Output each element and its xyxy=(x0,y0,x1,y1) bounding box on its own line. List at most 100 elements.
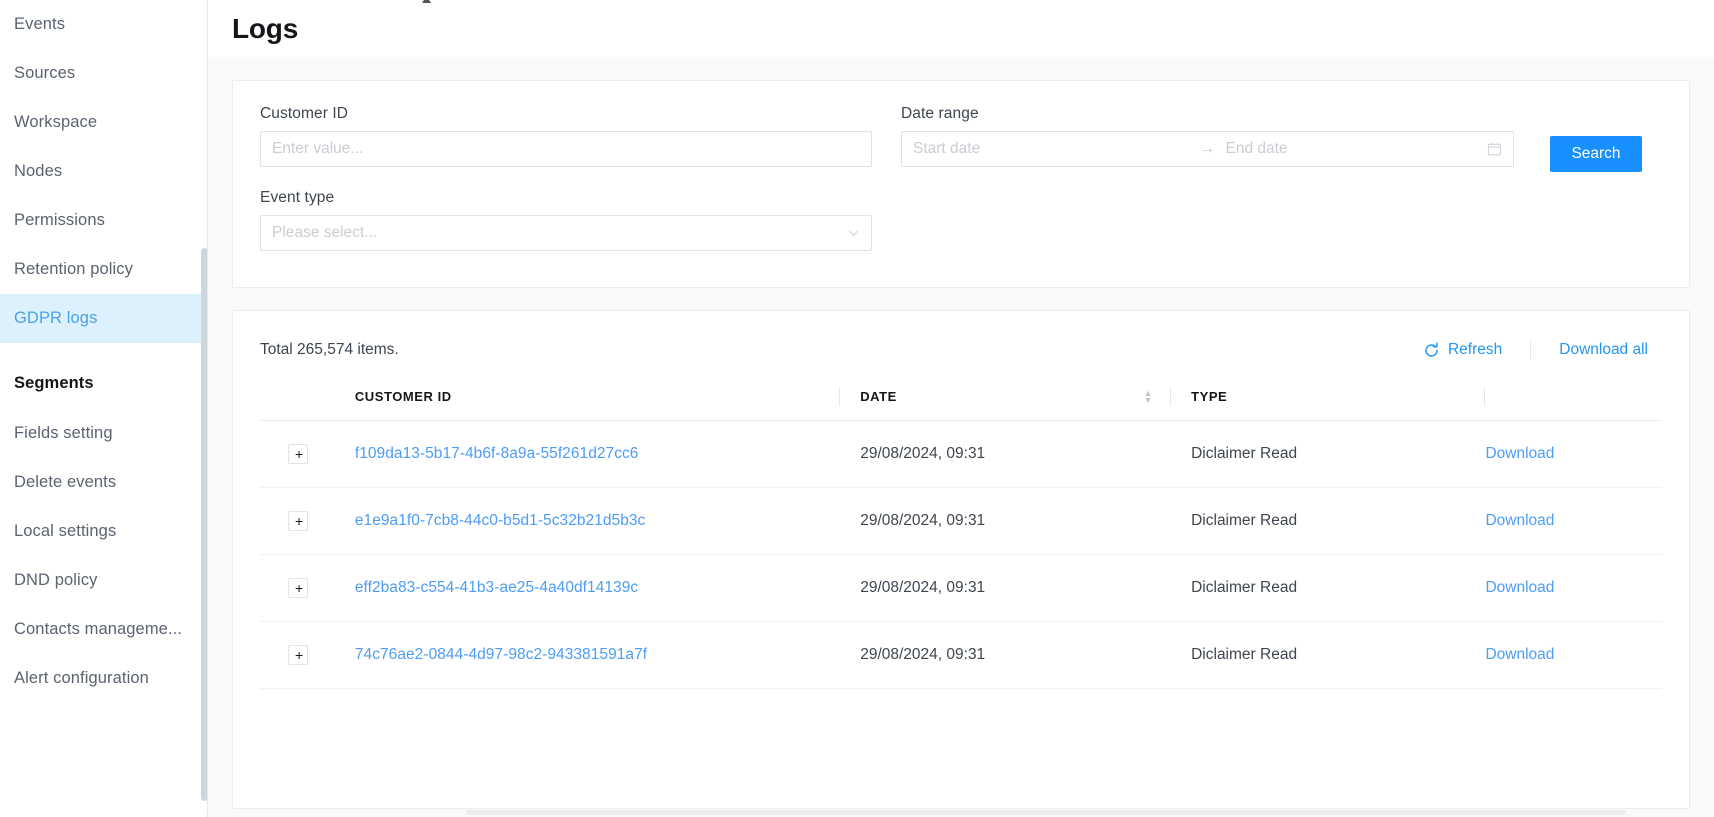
sidebar-item-label: Events xyxy=(14,15,66,33)
cell-type: Diclaimer Read xyxy=(1171,420,1486,488)
expand-row-button[interactable]: + xyxy=(288,511,308,531)
cell-date: 29/08/2024, 09:31 xyxy=(840,420,1172,488)
table-toolbar: Total 265,574 items. Refresh Download al… xyxy=(260,311,1662,389)
download-row-link[interactable]: Download xyxy=(1485,579,1554,596)
cell-customer-id: 74c76ae2-0844-4d97-98c2-943381591a7f xyxy=(354,621,841,689)
sidebar-item-label: Workspace xyxy=(14,113,98,131)
sidebar-item-label: Fields setting xyxy=(14,424,113,442)
sidebar-item-fields-setting[interactable]: Fields setting xyxy=(0,409,207,458)
sidebar-item-label: Nodes xyxy=(14,162,63,180)
logs-table: CUSTOMER ID DATE ▲ ▼ TYPE + f109da13-5b1… xyxy=(260,387,1662,689)
expand-row-button[interactable]: + xyxy=(288,578,308,598)
event-type-select-value: Please select... xyxy=(272,224,378,241)
date-range-field-group: Date range Start date → End date xyxy=(901,105,1514,167)
logs-table-head: CUSTOMER ID DATE ▲ ▼ TYPE xyxy=(260,387,1662,421)
sidebar-item-label: Alert configuration xyxy=(14,669,149,687)
sidebar-item-label: Local settings xyxy=(14,522,117,540)
search-action-group: Search xyxy=(1543,105,1643,172)
filter-panel: Customer ID Event type Please select... xyxy=(232,80,1690,288)
table-row: + e1e9a1f0-7cb8-44c0-b5d1-5c32b21d5b3c 29/… xyxy=(260,487,1662,555)
sidebar-item-alert-configuration[interactable]: Alert configuration xyxy=(0,654,207,703)
sidebar-item-events[interactable]: Events xyxy=(0,0,207,49)
th-customer-id-label: CUSTOMER ID xyxy=(354,389,452,404)
cell-actions: Download xyxy=(1485,420,1662,488)
search-button[interactable]: Search xyxy=(1550,136,1642,172)
sidebar-item-retention-policy[interactable]: Retention policy xyxy=(0,245,207,294)
sort-arrows-icon[interactable]: ▲ ▼ xyxy=(1144,388,1153,404)
page-title: Logs xyxy=(232,12,299,44)
event-type-label: Event type xyxy=(260,189,335,206)
table-header-row: CUSTOMER ID DATE ▲ ▼ TYPE xyxy=(260,387,1662,421)
sidebar-item-segments: Segments xyxy=(0,357,207,409)
sidebar-item-sources[interactable]: Sources xyxy=(0,49,207,98)
sidebar-item-nodes[interactable]: Nodes xyxy=(0,147,207,196)
date-range-start-input[interactable]: Start date xyxy=(913,140,1190,158)
cell-customer-id: eff2ba83-c554-41b3-ae25-4a40df14139c xyxy=(354,554,841,622)
table-row: + f109da13-5b17-4b6f-8a9a-55f261d27cc6 29/… xyxy=(260,420,1662,488)
sidebar-item-label: Segments xyxy=(14,373,94,392)
sidebar-item-delete-events[interactable]: Delete events xyxy=(0,458,207,507)
customer-id-link[interactable]: 74c76ae2-0844-4d97-98c2-943381591a7f xyxy=(355,646,647,663)
date-range-end-input[interactable]: End date xyxy=(1226,140,1503,158)
sidebar-item-local-settings[interactable]: Local settings xyxy=(0,507,207,556)
th-expand xyxy=(260,389,355,421)
customer-id-input[interactable] xyxy=(260,131,872,167)
sidebar-item-label: Delete events xyxy=(14,473,117,491)
cell-date: 29/08/2024, 09:31 xyxy=(840,554,1172,622)
download-row-link[interactable]: Download xyxy=(1485,646,1554,663)
customer-id-link[interactable]: f109da13-5b17-4b6f-8a9a-55f261d27cc6 xyxy=(355,445,639,462)
sidebar-item-label: Contacts manageme... xyxy=(14,620,182,638)
page-header: Logs xyxy=(208,0,1714,57)
th-date[interactable]: DATE ▲ ▼ xyxy=(840,387,1172,421)
download-all-label: Download all xyxy=(1559,341,1648,358)
scroll-up-arrow-icon[interactable] xyxy=(420,0,432,8)
cell-type: Diclaimer Read xyxy=(1171,554,1486,622)
cell-actions: Download xyxy=(1485,554,1662,622)
cell-actions: Download xyxy=(1485,487,1662,555)
date-range-picker[interactable]: Start date → End date xyxy=(901,131,1514,167)
sidebar-item-contacts-manageme[interactable]: Contacts manageme... xyxy=(0,605,207,654)
filter-row: Customer ID Event type Please select... xyxy=(260,105,1662,251)
table-row: +74c76ae2-0844-4d97-98c2-943381591a7f 29/… xyxy=(260,621,1662,689)
sidebar-item-dnd-policy[interactable]: DND policy xyxy=(0,556,207,605)
customer-id-link[interactable]: eff2ba83-c554-41b3-ae25-4a40df14139c xyxy=(355,579,638,596)
customer-id-link[interactable]: e1e9a1f0-7cb8-44c0-b5d1-5c32b21d5b3c xyxy=(355,512,646,529)
cell-expand: + xyxy=(260,621,355,689)
cell-date: 29/08/2024, 09:31 xyxy=(840,487,1172,555)
th-type[interactable]: TYPE xyxy=(1171,387,1486,421)
th-actions xyxy=(1485,389,1662,421)
th-customer-id[interactable]: CUSTOMER ID xyxy=(354,387,841,421)
sidebar-item-label: GDPR logs xyxy=(14,309,98,327)
sidebar-scrollbar-thumb[interactable] xyxy=(201,248,207,801)
logs-table-panel: Total 265,574 items. Refresh Download al… xyxy=(232,310,1690,809)
download-row-link[interactable]: Download xyxy=(1485,445,1554,462)
sidebar-nav-list: Events Sources Workspace Nodes Permissions Re… xyxy=(0,0,207,703)
sidebar-item-workspace[interactable]: Workspace xyxy=(0,98,207,147)
event-type-select[interactable]: Please select... xyxy=(260,215,872,251)
th-type-label: TYPE xyxy=(1191,389,1228,404)
refresh-button[interactable]: Refresh xyxy=(1409,341,1516,359)
sidebar: Events Sources Workspace Nodes Permissions Re… xyxy=(0,0,208,817)
app-root: Events Sources Workspace Nodes Permissions Re… xyxy=(0,0,1714,817)
toolbar-actions: Refresh Download all xyxy=(1409,341,1662,359)
date-range-separator-icon: → xyxy=(1199,140,1216,157)
cell-customer-id: e1e9a1f0-7cb8-44c0-b5d1-5c32b21d5b3c xyxy=(354,487,841,555)
sidebar-item-permissions[interactable]: Permissions xyxy=(0,196,207,245)
expand-row-button[interactable]: + xyxy=(288,645,308,665)
cell-expand: + xyxy=(260,554,355,622)
chevron-down-icon xyxy=(847,227,860,240)
customer-id-label: Customer ID xyxy=(260,105,349,122)
table-row: + eff2ba83-c554-41b3-ae25-4a40df14139c 29/… xyxy=(260,554,1662,622)
toolbar-divider xyxy=(1530,341,1532,359)
calendar-icon xyxy=(1487,142,1502,157)
cell-customer-id: f109da13-5b17-4b6f-8a9a-55f261d27cc6 xyxy=(354,420,841,488)
cell-date: 29/08/2024, 09:31 xyxy=(840,621,1172,689)
sidebar-item-label: Permissions xyxy=(14,211,105,229)
sidebar-item-gdpr-logs[interactable]: GDPR logs xyxy=(0,294,207,343)
sidebar-item-label: Sources xyxy=(14,64,76,82)
download-all-button[interactable]: Download all xyxy=(1545,341,1662,359)
customer-id-field-group: Customer ID Event type Please select... xyxy=(260,105,872,251)
download-row-link[interactable]: Download xyxy=(1485,512,1554,529)
expand-row-button[interactable]: + xyxy=(288,444,308,464)
horizontal-scrollbar-thumb[interactable] xyxy=(466,810,1626,815)
